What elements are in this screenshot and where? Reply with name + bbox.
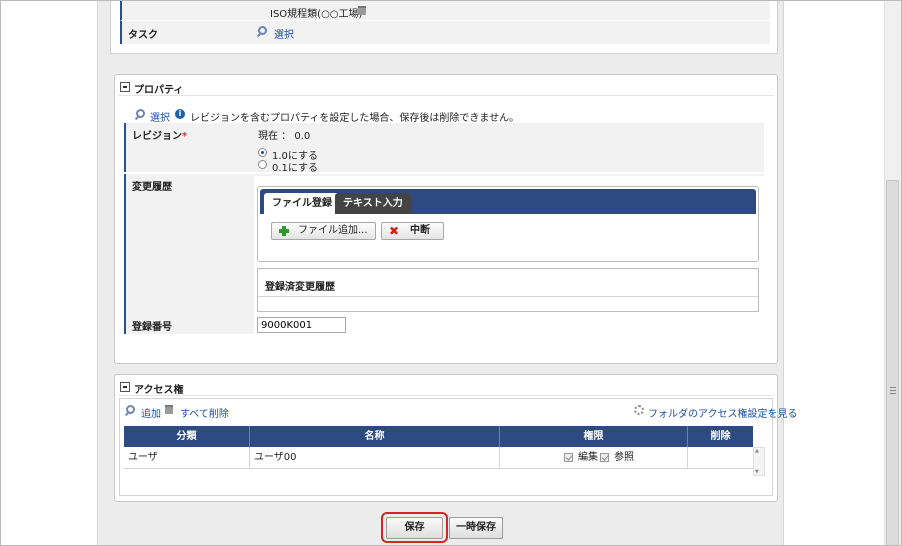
window-frame <box>0 0 902 546</box>
